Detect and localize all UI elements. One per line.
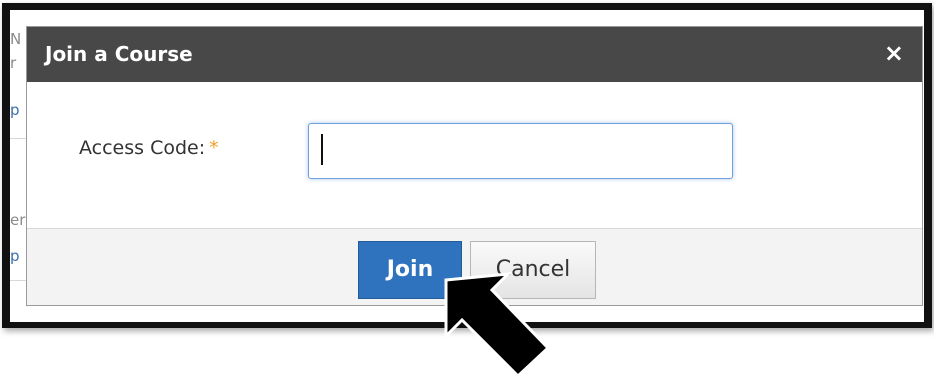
close-icon[interactable]: × <box>884 39 904 67</box>
access-code-input[interactable] <box>308 123 733 179</box>
background-text-fragment: N <box>10 30 22 48</box>
access-code-label: Access Code: * <box>79 137 219 159</box>
text-caret <box>321 134 323 165</box>
required-marker: * <box>209 137 219 159</box>
dialog-header: Join a Course × <box>27 27 922 82</box>
arrow-pointer-icon <box>444 272 551 379</box>
background-text-fragment: er <box>10 211 26 229</box>
background-link-fragment[interactable]: p <box>10 101 20 119</box>
join-course-dialog: Join a Course × Access Code: * Join Cance… <box>26 26 923 306</box>
background-link-fragment[interactable]: p <box>10 247 20 265</box>
access-code-label-text: Access Code: <box>79 137 206 159</box>
dialog-title: Join a Course <box>45 42 193 66</box>
screenshot-page: N r p er p Join a Course × Access Code: *… <box>0 0 934 380</box>
background-text-fragment: r <box>10 54 17 72</box>
